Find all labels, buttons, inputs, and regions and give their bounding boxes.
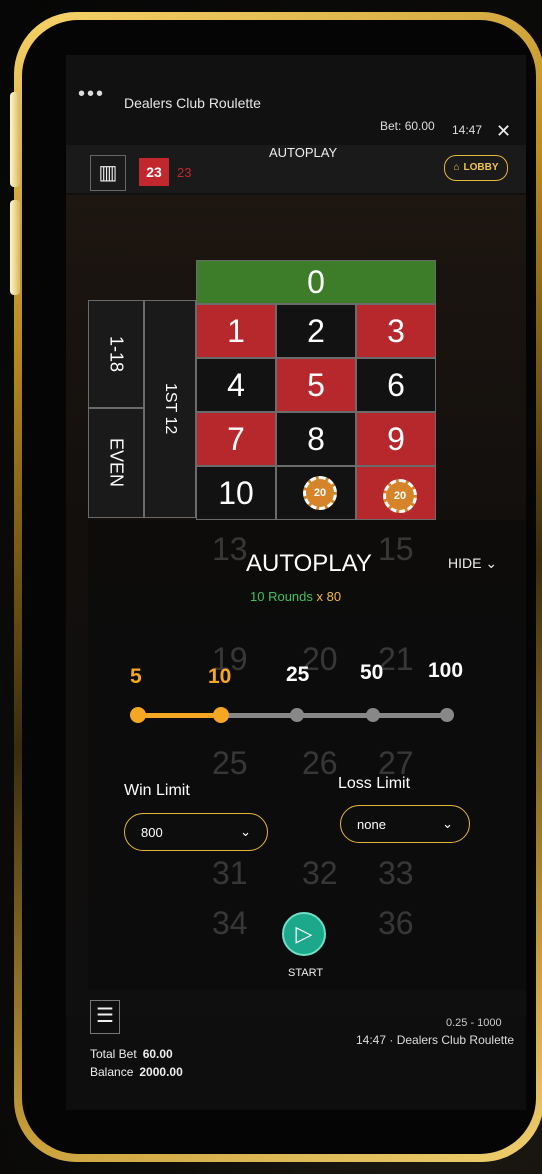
- table-limits: 0.25 - 1000: [446, 1017, 502, 1029]
- board-ghost-number: 15: [378, 531, 414, 567]
- win-limit-value: 800: [141, 824, 163, 840]
- autoplay-title: AUTOPLAY: [246, 550, 372, 577]
- app-title: Dealers Club Roulette: [124, 95, 261, 111]
- slider-handle[interactable]: [213, 707, 229, 723]
- board-ghost-number: 34: [212, 905, 248, 941]
- number-cell-7[interactable]: 7: [196, 412, 276, 466]
- slider-stop-50[interactable]: [366, 708, 380, 722]
- bet-chip[interactable]: 20: [383, 479, 417, 513]
- rounds-count: 10 Rounds: [250, 589, 313, 604]
- win-limit-label: Win Limit: [124, 782, 190, 799]
- rounds-slider-fill: [136, 713, 222, 718]
- board-ghost-number: 25: [212, 745, 248, 781]
- number-cell-6[interactable]: 6: [356, 358, 436, 412]
- footer-table-info: 14:47 · Dealers Club Roulette: [356, 1033, 515, 1047]
- lobby-icon: ⌂: [453, 162, 460, 173]
- bar-chart-icon: ▥: [98, 162, 118, 184]
- level-label-25[interactable]: 25: [286, 663, 309, 687]
- balance-value: 2000.00: [139, 1065, 183, 1079]
- bet-even[interactable]: EVEN: [88, 408, 144, 518]
- number-cell-1[interactable]: 1: [196, 304, 276, 358]
- close-icon[interactable]: ✕: [496, 121, 511, 142]
- level-label-50[interactable]: 50: [360, 661, 383, 685]
- loss-limit-select[interactable]: none ⌄: [340, 805, 470, 843]
- chevron-down-icon: ⌄: [485, 555, 498, 571]
- more-menu-icon[interactable]: •••: [78, 83, 105, 106]
- number-cell-9[interactable]: 9: [356, 412, 436, 466]
- board-ghost-number: 33: [378, 855, 414, 891]
- totals: Total Bet 60.00 Balance 2000.00: [90, 1045, 183, 1081]
- slider-stop-5[interactable]: [130, 707, 146, 723]
- mode-title: AUTOPLAY: [269, 145, 338, 160]
- slider-stop-25[interactable]: [290, 708, 304, 722]
- bet-info: Bet: 60.00: [380, 119, 435, 133]
- balance-row: Balance 2000.00: [90, 1063, 183, 1081]
- loss-limit-label: Loss Limit: [338, 775, 411, 792]
- number-cell-5[interactable]: 5: [276, 358, 356, 412]
- menu-button[interactable]: ☰: [90, 1000, 120, 1034]
- number-cell-3[interactable]: 3: [356, 304, 436, 358]
- total-bet-label: Total Bet: [90, 1047, 137, 1061]
- board-ghost-number: 13: [212, 531, 248, 567]
- start-label: START: [288, 967, 324, 979]
- volume-button: [10, 92, 20, 187]
- rounds-summary: 10 Rounds x 80: [250, 589, 341, 604]
- bet-low[interactable]: 1-18: [88, 300, 144, 408]
- number-cell-4[interactable]: 4: [196, 358, 276, 412]
- win-limit-select[interactable]: 800 ⌄: [124, 813, 268, 851]
- start-button[interactable]: ▷: [282, 912, 326, 956]
- lobby-label: LOBBY: [463, 162, 499, 173]
- level-label-5[interactable]: 5: [130, 665, 142, 689]
- number-cell-10[interactable]: 10: [196, 466, 276, 520]
- level-label-10[interactable]: 10: [208, 665, 231, 689]
- balance-label: Balance: [90, 1065, 134, 1079]
- clock: 14:47: [452, 123, 483, 137]
- slider-stop-100[interactable]: [440, 708, 454, 722]
- bet-first-dozen[interactable]: 1ST 12: [144, 300, 196, 518]
- loss-limit-value: none: [357, 816, 386, 832]
- number-cell-2[interactable]: 2: [276, 304, 356, 358]
- previous-result: 23: [177, 165, 192, 180]
- total-bet-value: 60.00: [142, 1047, 173, 1061]
- board-ghost-number: 26: [302, 745, 338, 781]
- last-result-badge: 23: [139, 158, 169, 186]
- board-ghost-number: 31: [212, 855, 248, 891]
- lobby-button[interactable]: ⌂ LOBBY: [444, 155, 508, 181]
- number-cell-0[interactable]: 0: [196, 260, 436, 304]
- level-label-100[interactable]: 100: [428, 659, 463, 683]
- number-cell-8[interactable]: 8: [276, 412, 356, 466]
- footer-table-name: Dealers Club Roulette: [396, 1033, 515, 1047]
- chevron-down-icon: ⌄: [442, 816, 453, 831]
- statistics-button[interactable]: ▥: [90, 155, 126, 191]
- power-button: [10, 200, 20, 295]
- bet-label: Bet:: [380, 119, 402, 133]
- chevron-down-icon: ⌄: [240, 824, 251, 839]
- total-bet-row: Total Bet 60.00: [90, 1045, 183, 1063]
- hamburger-icon: ☰: [96, 1005, 114, 1027]
- footer-clock: 14:47: [356, 1033, 387, 1047]
- bet-value: 60.00: [404, 119, 435, 133]
- bet-chip[interactable]: 20: [303, 476, 337, 510]
- rounds-multiplier: x 80: [316, 589, 342, 604]
- board-ghost-number: 32: [302, 855, 338, 891]
- board-ghost-number: 36: [378, 905, 414, 941]
- hide-button[interactable]: HIDE ⌄: [448, 555, 497, 572]
- hide-label: HIDE: [448, 555, 482, 571]
- app-screen: ••• Dealers Club Roulette Bet: 60.00 14:…: [66, 55, 526, 1110]
- play-icon: ▷: [295, 921, 313, 946]
